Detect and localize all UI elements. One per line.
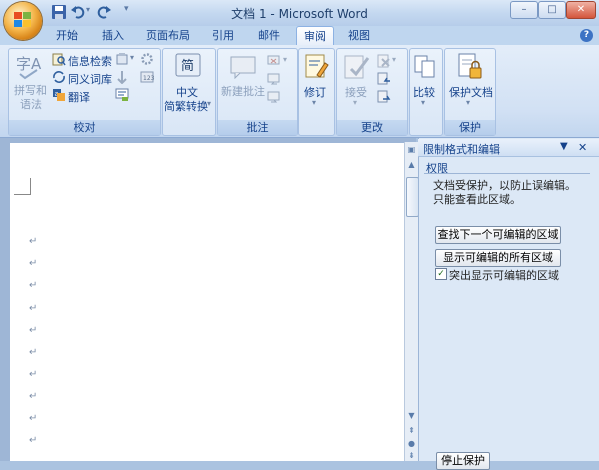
- previous-change-icon[interactable]: [377, 72, 391, 86]
- delete-comment-dropdown-icon[interactable]: ▾: [283, 55, 287, 64]
- paragraph-mark: ↵: [29, 280, 38, 291]
- new-comment-icon: [230, 56, 256, 79]
- svg-text:字A: 字A: [16, 55, 42, 73]
- tab-home[interactable]: 开始: [48, 26, 86, 45]
- tab-page-layout[interactable]: 页面布局: [140, 26, 196, 45]
- highlight-checkbox-label[interactable]: 突出显示可编辑的区域: [449, 267, 559, 283]
- select-browse-object-icon[interactable]: ●: [406, 438, 417, 450]
- set-language-dropdown-icon[interactable]: ▾: [130, 53, 134, 62]
- pane-title: 限制格式和编辑: [423, 143, 500, 156]
- reject-change-icon[interactable]: [377, 54, 391, 68]
- undo-dropdown-icon[interactable]: ▾: [86, 5, 90, 14]
- thesaurus-button[interactable]: 同义词库: [68, 71, 112, 87]
- pane-options-icon[interactable]: ▼: [560, 141, 568, 152]
- scroll-down-icon[interactable]: ▼: [406, 410, 417, 422]
- spelling-grammar-label-2[interactable]: 语法: [20, 96, 42, 112]
- chinese-conversion-icon: 简: [175, 53, 201, 77]
- tab-references[interactable]: 引用: [204, 26, 242, 45]
- compare-icon: [414, 55, 435, 78]
- show-all-editable-button[interactable]: 显示可编辑的所有区域: [435, 249, 561, 267]
- thesaurus-icon: [53, 71, 65, 83]
- spelling-grammar-icon: 字A: [16, 55, 42, 80]
- stop-protection-button[interactable]: 停止保护: [436, 452, 490, 470]
- paragraph-mark: ↵: [29, 258, 38, 269]
- svg-text:123: 123: [143, 75, 154, 82]
- paragraph-mark: ↵: [29, 413, 38, 424]
- paragraph-mark: ↵: [29, 347, 38, 358]
- customize-qat-icon[interactable]: ▾: [124, 4, 129, 14]
- translate-icon: a: [53, 89, 65, 101]
- section-divider: [424, 173, 590, 174]
- translate-button[interactable]: 翻译: [68, 89, 90, 105]
- tab-view[interactable]: 视图: [340, 26, 378, 45]
- pane-close-icon[interactable]: ✕: [578, 141, 587, 154]
- save-icon[interactable]: [51, 4, 67, 20]
- group-changes-label: 更改: [337, 120, 407, 135]
- tab-review[interactable]: 审阅: [296, 26, 334, 46]
- paragraph-mark: ↵: [29, 369, 38, 380]
- accept-change-icon: [344, 55, 370, 79]
- document-page[interactable]: [10, 143, 404, 461]
- protection-info-line2: 只能查看此区域。: [433, 193, 521, 206]
- accept-dropdown-icon[interactable]: ▾: [353, 98, 357, 107]
- chinese-conversion-dropdown-icon[interactable]: ▾: [207, 99, 211, 108]
- previous-comment-icon[interactable]: [267, 72, 281, 86]
- scroll-up-icon[interactable]: ▲: [406, 159, 417, 171]
- highlight-checkbox[interactable]: ✓: [435, 268, 447, 280]
- group-protect-label: 保护: [445, 120, 495, 135]
- svg-text:简: 简: [181, 58, 194, 74]
- research-button[interactable]: 信息检索: [68, 53, 112, 69]
- previous-page-icon[interactable]: ⇞: [406, 425, 417, 437]
- minimize-button[interactable]: –: [510, 1, 538, 19]
- research-icon: [52, 53, 66, 66]
- tab-insert[interactable]: 插入: [94, 26, 132, 45]
- paragraph-mark: ↵: [29, 303, 38, 314]
- undo-icon[interactable]: [70, 4, 86, 20]
- track-changes-icon: [305, 54, 329, 78]
- find-next-editable-button[interactable]: 查找下一个可编辑的区域: [435, 226, 561, 244]
- track-changes-dropdown-icon[interactable]: ▾: [312, 98, 316, 107]
- word-count-icon[interactable]: 123: [140, 70, 154, 84]
- set-language-icon[interactable]: [115, 52, 129, 66]
- protect-document-dropdown-icon[interactable]: ▾: [466, 98, 470, 107]
- paragraph-mark: ↵: [29, 391, 38, 402]
- next-comment-icon[interactable]: [267, 90, 281, 104]
- next-page-icon[interactable]: ⇟: [406, 450, 417, 462]
- redo-icon[interactable]: [96, 4, 112, 20]
- maximize-button[interactable]: □: [538, 1, 566, 19]
- group-proofing-label: 校对: [9, 120, 160, 135]
- vertical-scrollbar[interactable]: ▣ ▲ ▼ ⇞ ● ⇟: [404, 142, 419, 462]
- protect-document-button[interactable]: 保护文档: [449, 84, 493, 100]
- paragraph-mark: ↵: [29, 236, 38, 247]
- compare-dropdown-icon[interactable]: ▾: [421, 98, 425, 107]
- new-comment-button[interactable]: 新建批注: [221, 83, 265, 99]
- office-logo-icon: [14, 12, 31, 27]
- close-button[interactable]: ✕: [566, 1, 596, 19]
- reject-dropdown-icon[interactable]: ▾: [392, 55, 396, 64]
- delete-comment-icon[interactable]: [267, 54, 281, 68]
- next-change-icon[interactable]: [377, 90, 391, 104]
- paragraph-mark: ↵: [29, 325, 38, 336]
- protect-document-icon: [458, 53, 482, 79]
- word-count-gear-icon[interactable]: [140, 52, 154, 66]
- page-margin-corner: [14, 178, 31, 195]
- screentip-icon[interactable]: [115, 88, 129, 102]
- help-icon[interactable]: ?: [580, 29, 593, 42]
- set-language-alt-icon[interactable]: [115, 70, 129, 84]
- ruler-toggle-icon[interactable]: ▣: [406, 144, 417, 156]
- group-comments-label: 批注: [218, 120, 297, 135]
- tab-mailings[interactable]: 邮件: [250, 26, 288, 45]
- chinese-conversion-label-2[interactable]: 简繁转换: [164, 98, 208, 114]
- paragraph-mark: ↵: [29, 435, 38, 446]
